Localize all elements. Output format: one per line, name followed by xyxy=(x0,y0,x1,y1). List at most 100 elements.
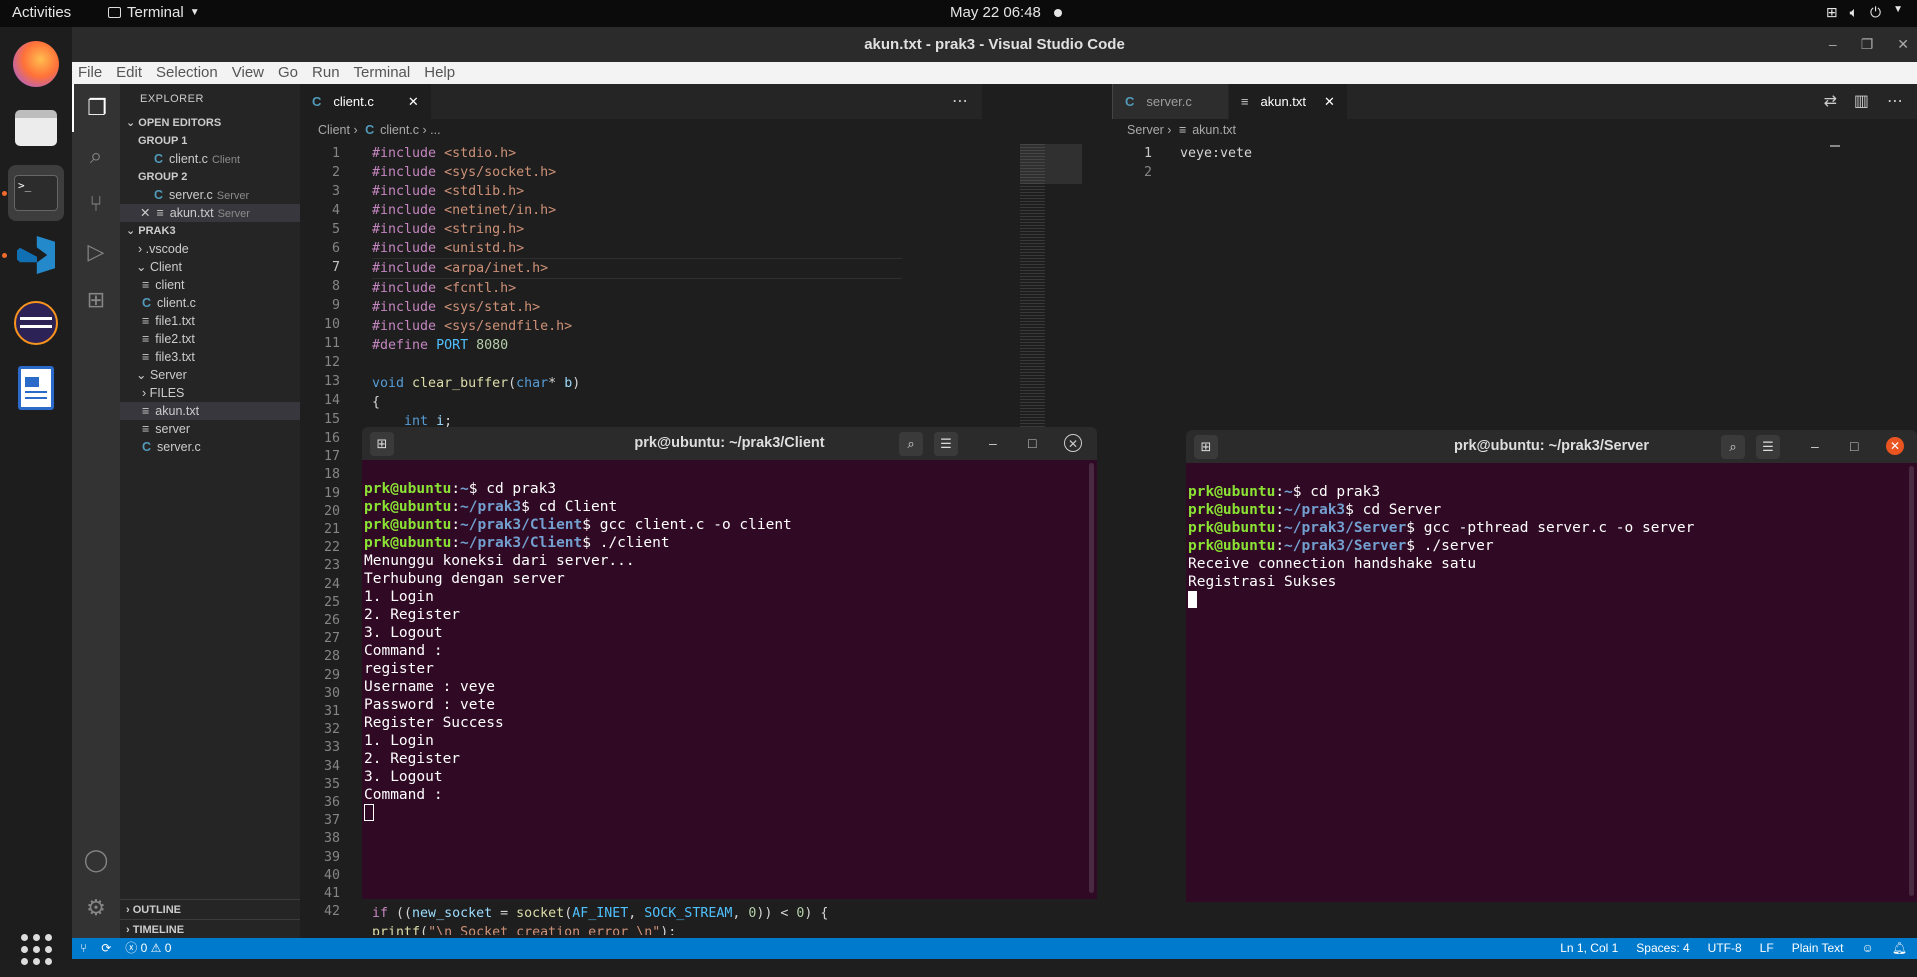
hamburger-menu-icon[interactable]: ☰ xyxy=(1756,435,1780,459)
minimize-icon[interactable]: – xyxy=(989,427,997,460)
cursor-position[interactable]: Ln 1, Col 1 xyxy=(1560,938,1618,959)
indentation[interactable]: Spaces: 4 xyxy=(1636,938,1689,959)
extensions-icon[interactable]: ⊞ xyxy=(72,276,120,324)
open-editor-item[interactable]: Cserver.c Server xyxy=(120,186,300,204)
compare-changes-icon[interactable]: ⇄ xyxy=(1824,84,1837,119)
terminal-titlebar[interactable]: ⊞ prk@ubuntu: ~/prak3/Server ⌕ ☰ – □ ✕ xyxy=(1186,430,1917,463)
more-actions-icon[interactable]: ⋯ xyxy=(952,84,968,119)
tab-client-c[interactable]: C client.c ✕ xyxy=(300,84,432,119)
open-editor-item[interactable]: Cclient.c Client xyxy=(120,150,300,168)
run-debug-icon[interactable]: ▷ xyxy=(72,228,120,276)
more-actions-icon[interactable]: ⋯ xyxy=(1887,84,1903,119)
maximize-icon[interactable]: □ xyxy=(1028,427,1036,460)
split-editor-icon[interactable]: ▥ xyxy=(1854,84,1869,119)
chevron-down-icon: ⌄ xyxy=(126,117,139,129)
end-of-line[interactable]: LF xyxy=(1760,938,1774,959)
terminal-scrollbar[interactable] xyxy=(1909,466,1914,896)
search-icon[interactable]: ⌕ xyxy=(899,432,923,456)
files-launcher[interactable] xyxy=(8,100,64,156)
minimize-icon[interactable]: – xyxy=(1829,27,1837,62)
tree-file[interactable]: ≡ file3.txt xyxy=(120,348,300,366)
encoding[interactable]: UTF-8 xyxy=(1708,938,1742,959)
terminal-window-server[interactable]: ⊞ prk@ubuntu: ~/prak3/Server ⌕ ☰ – □ ✕ p… xyxy=(1186,430,1917,902)
menu-selection[interactable]: Selection xyxy=(156,62,218,84)
minimap-right[interactable] xyxy=(1830,145,1840,147)
tree-file[interactable]: Cclient.c xyxy=(120,294,300,312)
close-icon[interactable]: ✕ xyxy=(1064,434,1082,452)
minimize-icon[interactable]: – xyxy=(1811,430,1819,463)
close-icon[interactable]: ✕ xyxy=(1897,27,1909,62)
clock[interactable]: May 22 06:48 xyxy=(950,4,1041,21)
menu-view[interactable]: View xyxy=(232,62,264,84)
terminal-output-client[interactable]: prk@ubuntu:~$ cd prak3 prk@ubuntu:~/prak3… xyxy=(362,460,1097,859)
menu-run[interactable]: Run xyxy=(312,62,340,84)
menu-edit[interactable]: Edit xyxy=(116,62,142,84)
system-tray[interactable]: ⊞ 🔈︎ ⏻ ▼ xyxy=(1826,4,1903,21)
tree-folder-server[interactable]: ⌄ Server xyxy=(120,366,300,384)
menu-terminal[interactable]: Terminal xyxy=(354,62,411,84)
tab-akun-txt[interactable]: ≡ akun.txt ✕ xyxy=(1228,84,1348,119)
vscode-titlebar[interactable]: akun.txt - prak3 - Visual Studio Code – … xyxy=(72,27,1917,62)
settings-gear-icon[interactable]: ⚙ xyxy=(72,884,120,932)
prompt-line: prk@ubuntu:~/prak3/Server$ ./server xyxy=(1188,538,1494,554)
maximize-icon[interactable]: □ xyxy=(1850,430,1858,463)
code-area-right[interactable]: veye:vete xyxy=(1180,144,1680,182)
tree-file[interactable]: ≡ client xyxy=(120,276,300,294)
tree-folder-client[interactable]: ⌄ Client xyxy=(120,258,300,276)
menu-help[interactable]: Help xyxy=(424,62,455,84)
tree-folder-files[interactable]: › FILES xyxy=(120,384,300,402)
close-icon[interactable]: ✕ xyxy=(140,206,150,220)
search-icon[interactable]: ⌕ xyxy=(72,132,120,180)
open-editor-item-active[interactable]: ✕ ≡ akun.txt Server xyxy=(120,204,300,222)
close-icon[interactable]: ✕ xyxy=(1324,84,1335,119)
terminal-launcher[interactable]: >_ xyxy=(8,165,64,221)
tree-file[interactable]: ≡ file2.txt xyxy=(120,330,300,348)
new-tab-icon[interactable]: ⊞ xyxy=(370,432,394,456)
tree-file[interactable]: ≡ file1.txt xyxy=(120,312,300,330)
activities-button[interactable]: Activities xyxy=(12,4,71,21)
language-mode[interactable]: Plain Text xyxy=(1792,938,1844,959)
menu-go[interactable]: Go xyxy=(278,62,298,84)
outline-panel-header[interactable]: › OUTLINE xyxy=(120,899,300,919)
search-icon[interactable]: ⌕ xyxy=(1721,435,1745,459)
tree-file[interactable]: ≡ server xyxy=(120,420,300,438)
tab-server-c[interactable]: C server.c xyxy=(1113,84,1229,119)
terminal-output-server[interactable]: prk@ubuntu:~$ cd prak3 prk@ubuntu:~/prak3… xyxy=(1186,463,1917,646)
feedback-icon[interactable]: ☺ xyxy=(1862,938,1874,959)
tree-file[interactable]: Cserver.c xyxy=(120,438,300,456)
timeline-panel-header[interactable]: › TIMELINE xyxy=(120,919,300,939)
close-icon[interactable]: ✕ xyxy=(1886,437,1904,455)
accounts-icon[interactable]: ◯ xyxy=(72,836,120,884)
show-applications-button[interactable] xyxy=(8,921,64,977)
live-share-icon[interactable]: ⟳ xyxy=(101,938,111,959)
problems-indicator[interactable]: ⓧ 0 ⚠ 0 xyxy=(125,938,171,959)
tree-file-selected[interactable]: ≡ akun.txt xyxy=(120,402,300,420)
close-icon[interactable]: ✕ xyxy=(408,84,419,119)
project-header[interactable]: ⌄ PRAK3 xyxy=(120,222,300,240)
menu-file[interactable]: File xyxy=(78,62,102,84)
app-menu[interactable]: Terminal ▼ xyxy=(108,4,200,21)
tree-folder-vscode[interactable]: › .vscode xyxy=(120,240,300,258)
minimap-slider[interactable] xyxy=(1020,144,1082,184)
terminal-titlebar[interactable]: ⊞ prk@ubuntu: ~/prak3/Client ⌕ ☰ – □ ✕ xyxy=(362,427,1097,460)
line-number: 28 xyxy=(323,649,340,665)
group-1-label: GROUP 1 xyxy=(138,135,188,147)
code-area-left[interactable]: #include <stdio.h> #include <sys/socket.… xyxy=(372,144,1072,431)
terminal-window-client[interactable]: ⊞ prk@ubuntu: ~/prak3/Client ⌕ ☰ – □ ✕ p… xyxy=(362,427,1097,899)
hamburger-menu-icon[interactable]: ☰ xyxy=(934,432,958,456)
notifications-bell-icon[interactable]: 🔔︎ xyxy=(1892,938,1907,959)
terminal-scrollbar[interactable] xyxy=(1089,463,1094,893)
eclipse-launcher[interactable] xyxy=(8,295,64,351)
firefox-launcher[interactable] xyxy=(8,36,64,92)
vscode-launcher[interactable] xyxy=(8,227,64,283)
new-tab-icon[interactable]: ⊞ xyxy=(1194,435,1218,459)
c-file-icon: C xyxy=(312,94,322,109)
line-number: 21 xyxy=(323,522,340,537)
open-editors-header[interactable]: ⌄ OPEN EDITORS xyxy=(120,114,300,132)
remote-branch-icon[interactable]: ⑂ xyxy=(80,938,87,959)
source-control-icon[interactable]: ⑂ xyxy=(72,180,120,228)
code-area-left-lower[interactable]: if ((new_socket = socket(AF_INET, SOCK_S… xyxy=(372,904,972,935)
explorer-icon[interactable]: ❐ xyxy=(72,84,120,132)
libreoffice-writer-launcher[interactable] xyxy=(8,360,64,416)
restore-icon[interactable]: ❐ xyxy=(1861,27,1874,62)
